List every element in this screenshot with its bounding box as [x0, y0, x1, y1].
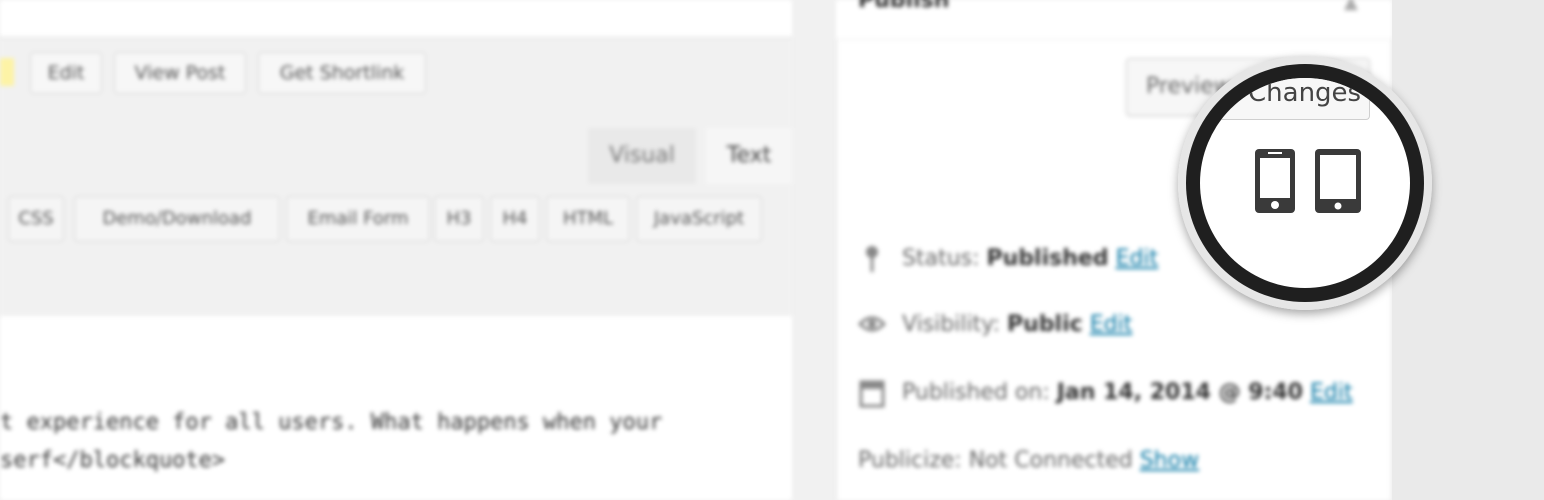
published-value: Jan 14, 2014 @ 9:40	[1056, 380, 1303, 405]
preview-changes-label-zoomed: Changes	[1248, 78, 1362, 108]
status-row: Status: Published Edit	[902, 246, 1158, 271]
smartphone-icon[interactable]	[1254, 148, 1296, 218]
visibility-row: Visibility: Public Edit	[902, 312, 1132, 337]
tablet-icon[interactable]	[1314, 148, 1362, 218]
calendar-icon	[858, 378, 886, 414]
get-shortlink-button[interactable]: Get Shortlink	[258, 52, 426, 94]
show-publicize-link[interactable]: Show	[1140, 448, 1199, 473]
view-post-button[interactable]: View Post	[114, 52, 246, 94]
magnifier-lens: Changes	[1200, 78, 1410, 288]
publicize-row: Publicize: Not Connected Show	[858, 448, 1199, 473]
status-label: Status:	[902, 246, 980, 271]
published-row: Published on: Jan 14, 2014 @ 9:40 Edit	[902, 380, 1353, 405]
tab-visual[interactable]: Visual	[588, 128, 696, 184]
post-title-input[interactable]	[0, 0, 792, 38]
publicize-text: Publicize: Not Connected	[858, 448, 1133, 473]
admin-background	[1392, 0, 1544, 500]
quicktag-button[interactable]: JavaScript	[636, 196, 762, 242]
quicktag-button[interactable]: HTML	[546, 196, 630, 242]
quicktag-button[interactable]: H4	[490, 196, 540, 242]
eye-icon	[857, 312, 887, 342]
quicktag-button[interactable]: Demo/Download	[74, 196, 280, 242]
quicktag-button[interactable]: H3	[434, 196, 484, 242]
content-line: t experience for all users. What happens…	[0, 410, 663, 435]
edit-date-link[interactable]: Edit	[1310, 380, 1353, 405]
quicktag-button[interactable]: CSS	[8, 196, 64, 242]
status-value: Published	[986, 246, 1109, 271]
editor-column: Edit View Post Get Shortlink Visual Text…	[0, 0, 792, 500]
visibility-label: Visibility:	[902, 312, 1001, 337]
tab-text[interactable]: Text	[706, 128, 792, 184]
published-label: Published on:	[902, 380, 1050, 405]
content-line: serf</blockquote>	[0, 448, 226, 473]
visibility-value: Public	[1007, 312, 1083, 337]
edit-permalink-button[interactable]: Edit	[30, 52, 102, 94]
publish-box-title: Publish	[858, 0, 950, 13]
edit-visibility-link[interactable]: Edit	[1090, 312, 1133, 337]
collapse-arrow-icon[interactable]: ▲	[1344, 0, 1358, 13]
permalink-slug[interactable]	[0, 58, 14, 86]
pin-icon	[858, 244, 886, 280]
quicktag-button[interactable]: Email Form	[286, 196, 430, 242]
edit-status-link[interactable]: Edit	[1116, 246, 1159, 271]
